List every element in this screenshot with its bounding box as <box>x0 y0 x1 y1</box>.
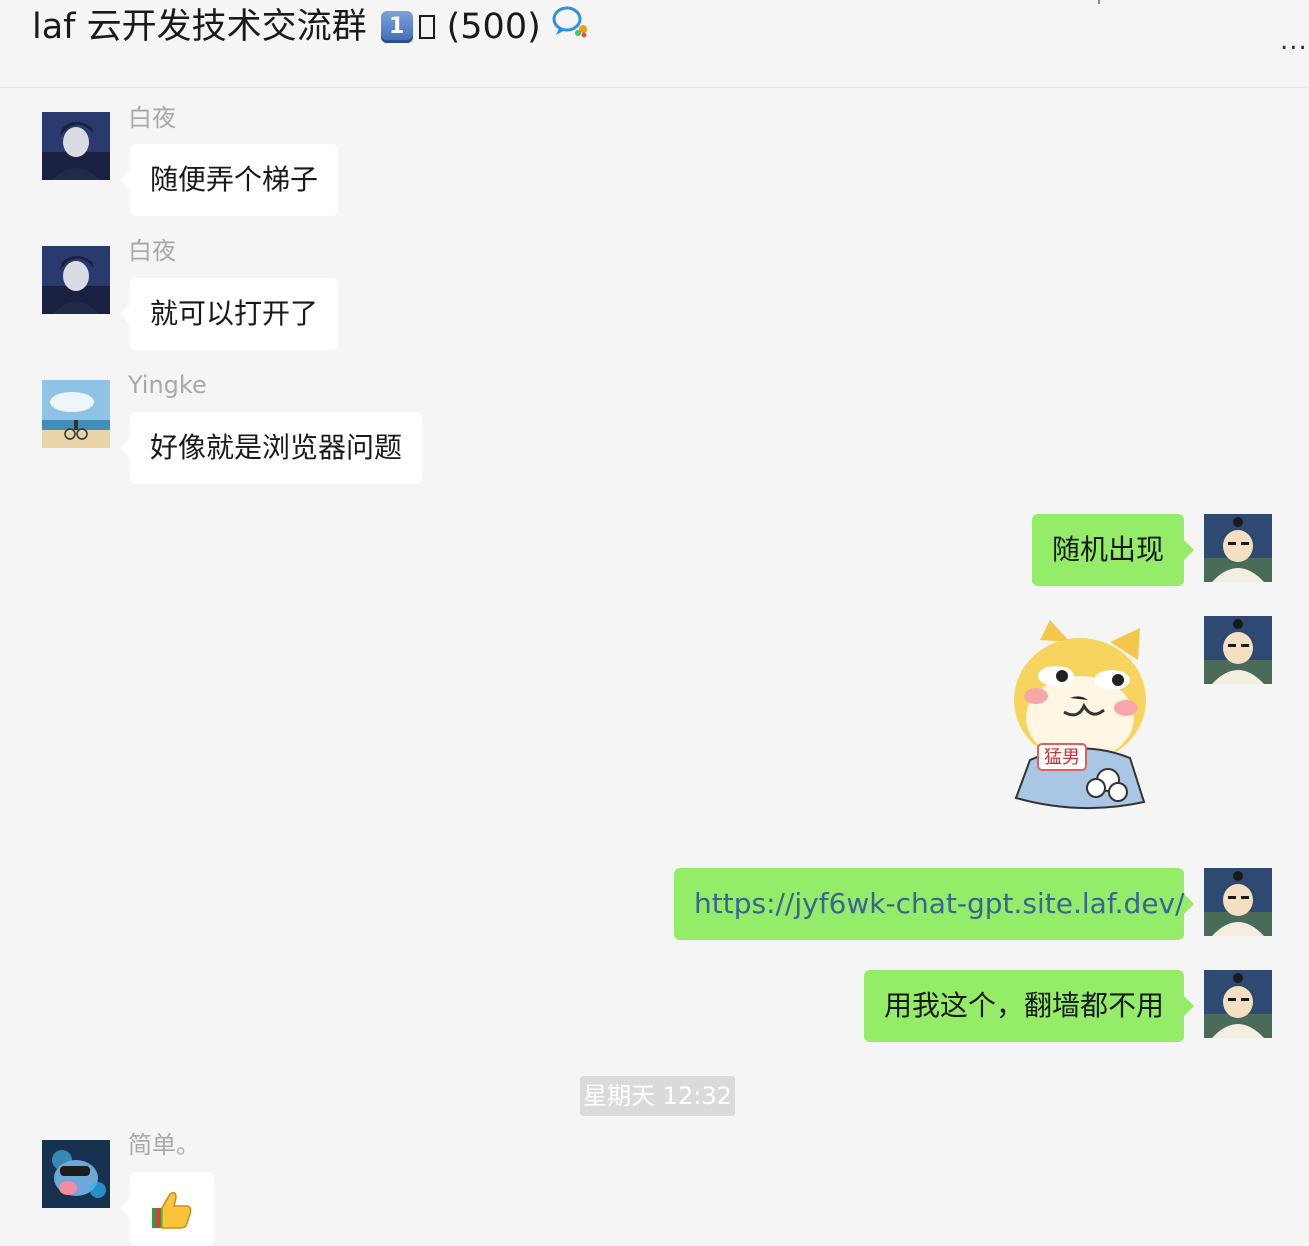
sender-name: 白夜 <box>128 104 176 132</box>
chat-title: laf 云开发技术交流群 1 (500) <box>32 3 591 50</box>
message-bubble[interactable]: 随便弄个梯子 <box>120 144 338 216</box>
chat-bubble-icon[interactable] <box>551 3 591 50</box>
sender-name: Yingke <box>128 371 207 399</box>
message-bubble[interactable]: 用我这个，翻墙都不用 <box>864 970 1194 1042</box>
sticker-label: 猛男 <box>1044 747 1080 768</box>
message-bubble[interactable]: 好像就是浏览器问题 <box>120 412 422 484</box>
sender-name: 白夜 <box>128 237 176 265</box>
more-options-icon[interactable]: ... <box>1280 28 1308 54</box>
avatar-jiandan[interactable] <box>42 1140 110 1208</box>
avatar-self[interactable] <box>1204 868 1272 936</box>
avatar-self[interactable] <box>1204 514 1272 582</box>
avatar-self[interactable] <box>1204 616 1272 684</box>
avatar-baiye[interactable] <box>42 246 110 314</box>
avatar-baiye[interactable] <box>42 112 110 180</box>
avatar-self[interactable] <box>1204 970 1272 1038</box>
thumbs-up-icon <box>152 1191 192 1229</box>
member-count: (500) <box>446 6 541 47</box>
group-name: laf 云开发技术交流群 <box>32 6 367 47</box>
chat-header: laf 云开发技术交流群 1 (500) ... <box>0 0 1309 88</box>
message-bubble[interactable]: 就可以打开了 <box>120 278 338 350</box>
message-bubble[interactable] <box>120 1172 214 1246</box>
sender-name: 简单。 <box>128 1131 200 1159</box>
keycap-one-icon: 1 <box>380 10 413 43</box>
shiba-sticker[interactable]: 猛男 <box>1000 620 1160 815</box>
link-message-bubble[interactable]: https://jyf6wk-chat-gpt.site.laf.dev/ <box>674 868 1194 940</box>
missing-glyph <box>418 14 435 39</box>
message-bubble[interactable]: 随机出现 <box>1032 514 1194 586</box>
timestamp-divider: 星期天 12:32 <box>580 1076 735 1116</box>
avatar-yingke[interactable] <box>42 380 110 448</box>
divider-tick <box>1098 0 1100 4</box>
